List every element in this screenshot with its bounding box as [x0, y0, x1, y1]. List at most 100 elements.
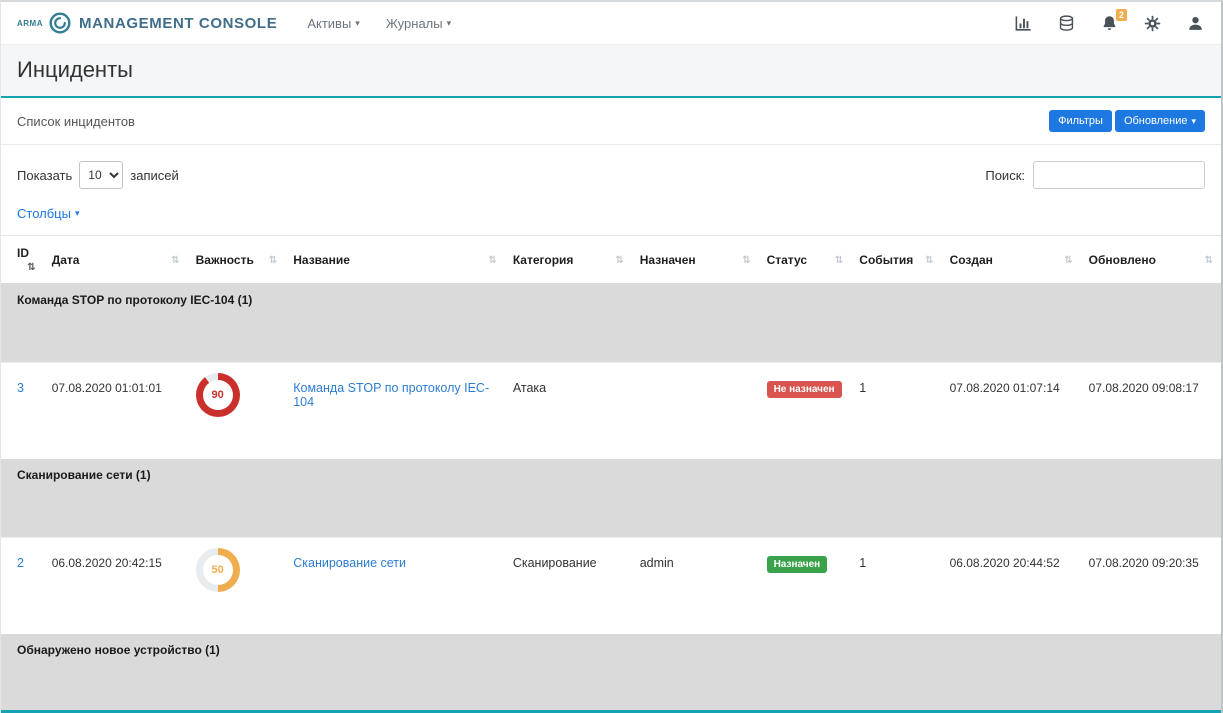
brand-title: MANAGEMENT CONSOLE: [79, 15, 277, 32]
sort-icon: ⇅: [615, 255, 623, 266]
sort-icon: ⇅: [488, 255, 496, 266]
caret-down-icon: ▾: [447, 19, 452, 28]
columns-link-label: Столбцы: [17, 206, 71, 221]
sort-icon: ⇅: [1205, 255, 1213, 266]
caret-down-icon: ▾: [1191, 117, 1196, 126]
refresh-button-label: Обновление: [1124, 115, 1188, 127]
caret-down-icon: ▾: [75, 209, 80, 218]
menu-assets-label: Активы: [307, 16, 351, 31]
sort-icon: ⇅: [27, 262, 35, 273]
sort-icon: ⇅: [171, 255, 179, 266]
sort-icon: ⇅: [1064, 255, 1072, 266]
panel-title: Список инцидентов: [17, 114, 135, 129]
table-controls: Показать 10 записей Поиск:: [1, 145, 1221, 193]
group-row: Команда STOP по протоколу IEC-104 (1): [1, 284, 1221, 363]
col-header-label: Обновлено: [1089, 253, 1156, 267]
columns-row: Столбцы ▾: [1, 193, 1221, 235]
col-header-label: Название: [293, 253, 350, 267]
page-size-select[interactable]: 10: [79, 161, 123, 189]
col-header-label: ID: [17, 246, 29, 260]
incident-date: 07.08.2020 01:01:01: [44, 363, 188, 460]
settings-gear-icon[interactable]: [1143, 14, 1162, 33]
col-header-events[interactable]: События ⇅: [851, 236, 941, 284]
page-title: Инциденты: [17, 57, 1205, 83]
incidents-table: ID ⇅ Дата ⇅ Важность⇅ Название ⇅ Категория ⇅…: [1, 235, 1221, 713]
group-row: Сканирование сети (1): [1, 459, 1221, 538]
sort-icon: ⇅: [925, 255, 933, 266]
notifications-bell[interactable]: 2: [1100, 14, 1119, 33]
arma-logo-icon: [48, 11, 72, 35]
menu-assets[interactable]: Активы ▾: [307, 16, 360, 31]
caret-down-icon: ▾: [355, 19, 360, 28]
col-header-date[interactable]: Дата ⇅: [44, 236, 188, 284]
col-header-label: Категория: [513, 253, 574, 267]
chart-icon[interactable]: [1014, 14, 1033, 33]
incident-created: 06.08.2020 20:44:52: [942, 538, 1081, 635]
col-header-category[interactable]: Категория ⇅: [505, 236, 632, 284]
col-header-assignee[interactable]: Назначен ⇅: [632, 236, 759, 284]
severity-value: 90: [196, 373, 240, 417]
incident-created: 07.08.2020 01:07:14: [942, 363, 1081, 460]
sort-icon: ⇅: [835, 255, 843, 266]
columns-dropdown-link[interactable]: Столбцы ▾: [17, 206, 80, 221]
group-label: Команда STOP по протоколу IEC-104 (1): [1, 284, 1221, 363]
incident-date: 06.08.2020 20:42:15: [44, 538, 188, 635]
menu-journals[interactable]: Журналы ▾: [386, 16, 451, 31]
search-label: Поиск:: [985, 168, 1025, 183]
col-header-label: События: [859, 253, 913, 267]
page-size-control: Показать 10 записей: [17, 161, 179, 189]
sort-icon: ⇅: [269, 255, 277, 266]
col-header-name[interactable]: Название ⇅: [285, 236, 505, 284]
brand-logo[interactable]: ARMA MANAGEMENT CONSOLE: [17, 11, 277, 35]
navbar-icon-group: 2: [1014, 14, 1205, 33]
table-header-row: ID ⇅ Дата ⇅ Важность⇅ Название ⇅ Категория ⇅…: [1, 236, 1221, 284]
col-header-id[interactable]: ID ⇅: [1, 236, 44, 284]
show-label: Показать: [17, 168, 72, 183]
brand-prefix-label: ARMA: [17, 19, 43, 28]
incident-category: Атака: [505, 363, 632, 460]
group-label: Сканирование сети (1): [1, 459, 1221, 538]
col-header-label: Дата: [52, 253, 80, 267]
incident-updated: 07.08.2020 09:20:35: [1081, 538, 1221, 635]
records-label: записей: [130, 168, 178, 183]
incident-id-link[interactable]: 2: [17, 556, 24, 570]
col-header-label: Создан: [950, 253, 993, 267]
col-header-status[interactable]: Статус ⇅: [759, 236, 852, 284]
col-header-created[interactable]: Создан ⇅: [942, 236, 1081, 284]
notification-count-badge: 2: [1116, 9, 1127, 22]
refresh-dropdown-button[interactable]: Обновление ▾: [1115, 110, 1205, 132]
panel-header: Список инцидентов Фильтры Обновление ▾: [1, 98, 1221, 145]
database-icon[interactable]: [1057, 14, 1076, 33]
management-console-window: ARMA MANAGEMENT CONSOLE Активы ▾ Журналы…: [0, 0, 1223, 713]
incident-assignee: admin: [632, 538, 759, 635]
col-header-severity[interactable]: Важность⇅: [188, 236, 286, 284]
severity-donut: 50: [196, 548, 240, 592]
search-input[interactable]: [1033, 161, 1205, 189]
group-label: Обнаружено новое устройство (1): [1, 634, 1221, 713]
col-header-label: Назначен: [640, 253, 696, 267]
table-row: 2 06.08.2020 20:42:15 50 Сканирование се…: [1, 538, 1221, 635]
table-row: 3 07.08.2020 01:01:01 90 Команда STOP по…: [1, 363, 1221, 460]
filters-button-label: Фильтры: [1058, 115, 1103, 127]
incident-category: Сканирование: [505, 538, 632, 635]
incident-name-link[interactable]: Сканирование сети: [293, 556, 406, 570]
incident-name-link[interactable]: Команда STOP по протоколу IEC-104: [293, 381, 489, 409]
search-control: Поиск:: [985, 161, 1205, 189]
col-header-label: Статус: [767, 253, 807, 267]
sort-icon: ⇅: [742, 255, 750, 266]
incident-events-count: 1: [851, 538, 941, 635]
incident-assignee: [632, 363, 759, 460]
group-row: Обнаружено новое устройство (1): [1, 634, 1221, 713]
panel-actions: Фильтры Обновление ▾: [1049, 110, 1205, 132]
incident-events-count: 1: [851, 363, 941, 460]
incident-id-link[interactable]: 3: [17, 381, 24, 395]
page-title-bar: Инциденты: [1, 45, 1221, 98]
status-badge: Не назначен: [767, 381, 842, 398]
filters-button[interactable]: Фильтры: [1049, 110, 1112, 132]
main-menu: Активы ▾ Журналы ▾: [307, 16, 451, 31]
col-header-updated[interactable]: Обновлено ⇅: [1081, 236, 1221, 284]
user-profile-icon[interactable]: [1186, 14, 1205, 33]
severity-donut: 90: [196, 373, 240, 417]
status-badge: Назначен: [767, 556, 828, 573]
incident-updated: 07.08.2020 09:08:17: [1081, 363, 1221, 460]
